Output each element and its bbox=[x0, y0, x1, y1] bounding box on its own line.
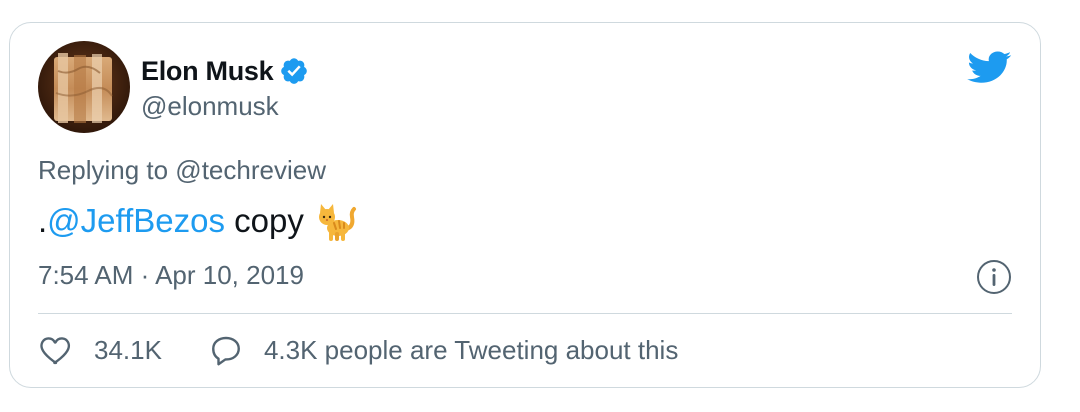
author-block[interactable]: Elon Musk @elonmusk bbox=[141, 53, 309, 122]
tweet-card[interactable]: Elon Musk @elonmusk Replying to @techrev… bbox=[9, 22, 1041, 388]
avatar-image bbox=[38, 41, 130, 133]
like-count: 34.1K bbox=[94, 334, 162, 365]
reply-context[interactable]: Replying to @techreview bbox=[38, 155, 326, 186]
mention-link[interactable]: @JeffBezos bbox=[47, 202, 225, 240]
speech-bubble-icon bbox=[212, 336, 240, 366]
divider bbox=[38, 313, 1012, 314]
avatar[interactable] bbox=[38, 41, 130, 133]
cat-emoji bbox=[314, 199, 358, 243]
author-handle[interactable]: @elonmusk bbox=[141, 91, 309, 122]
twitter-bird-icon[interactable] bbox=[966, 47, 1012, 87]
reply-button[interactable]: 4.3K people are Tweeting about this bbox=[208, 332, 678, 368]
display-name[interactable]: Elon Musk bbox=[141, 56, 274, 87]
heart-icon bbox=[40, 337, 71, 365]
like-button[interactable]: 34.1K bbox=[38, 332, 162, 368]
author-name-row: Elon Musk bbox=[141, 53, 309, 89]
tweet-text: . @JeffBezos copy bbox=[38, 199, 358, 243]
tweeting-about-label: 4.3K people are Tweeting about this bbox=[263, 334, 679, 365]
tweet-prefix: . bbox=[38, 202, 48, 239]
actions-bar: 34.1K 4.3K people are Tweeting about thi… bbox=[38, 332, 678, 368]
info-icon[interactable] bbox=[976, 259, 1012, 295]
timestamp[interactable]: 7:54 AM · Apr 10, 2019 bbox=[38, 260, 304, 291]
verified-badge-icon bbox=[279, 56, 309, 86]
tweet-body: copy bbox=[224, 202, 304, 239]
